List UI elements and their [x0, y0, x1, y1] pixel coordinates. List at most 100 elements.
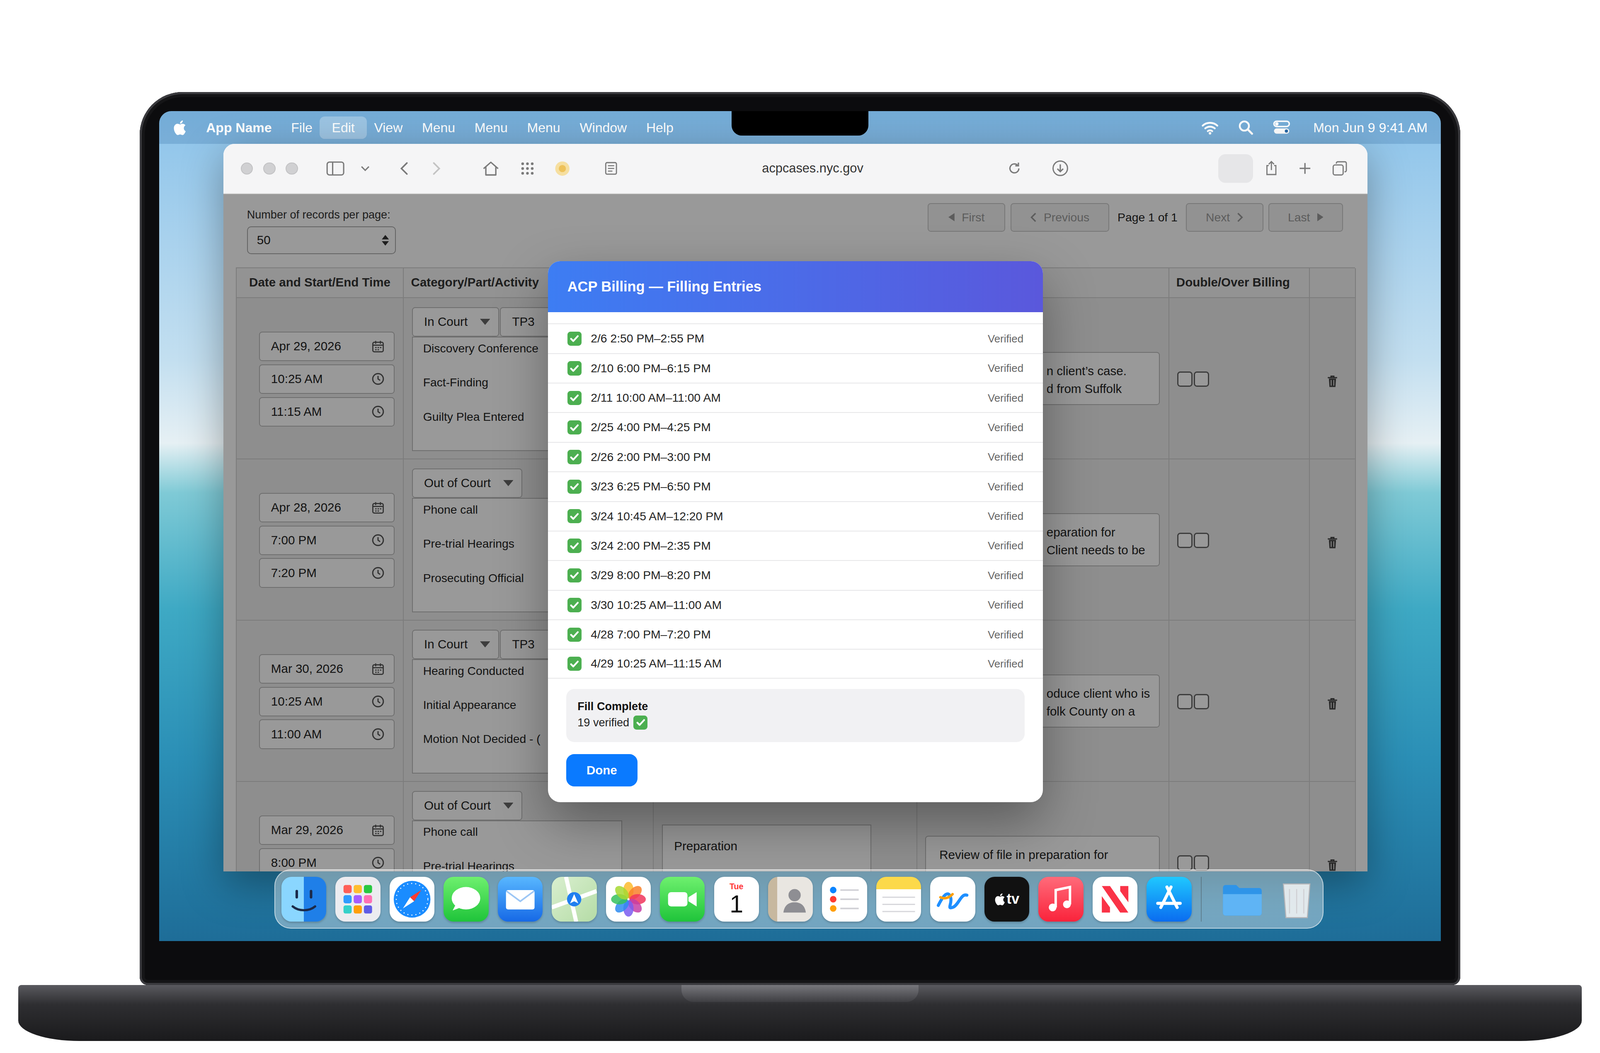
entry-list: 2/6 2:50 PM–2:55 PMVerified2/10 6:00 PM–… — [547, 312, 1043, 679]
entry-row: 2/25 4:00 PM–4:25 PMVerified — [547, 412, 1043, 442]
news-icon[interactable] — [1092, 876, 1138, 922]
entry-check-icon — [567, 627, 582, 642]
launchpad-icon[interactable] — [335, 876, 381, 922]
entry-range: 2/26 2:00 PM–3:00 PM — [590, 449, 711, 465]
entry-status: Verified — [987, 509, 1024, 523]
entry-status: Verified — [987, 480, 1024, 494]
entry-row: 4/29 10:25 AM–11:15 AM Verified — [547, 648, 1043, 679]
tab-overview-button[interactable] — [1325, 154, 1355, 183]
entry-status: Verified — [987, 332, 1024, 346]
done-button[interactable]: Done — [566, 753, 638, 787]
entry-check-icon — [567, 509, 582, 524]
reader-button[interactable] — [596, 154, 626, 183]
entry-list-inner: 2/6 2:50 PM–2:55 PMVerified2/10 6:00 PM–… — [547, 323, 1043, 679]
maps-icon[interactable] — [551, 876, 597, 922]
dock-separator — [1200, 876, 1202, 922]
zoom-button[interactable] — [285, 162, 299, 175]
sidebar-button[interactable] — [318, 154, 378, 183]
entry-row: 3/29 8:00 PM–8:20 PM Verified — [547, 560, 1043, 590]
camera-notch — [731, 111, 869, 136]
fill-dialog: ACP Billing — Filling Entries 2/6 2:50 PM… — [547, 261, 1043, 803]
apple-logo-icon — [173, 119, 187, 136]
notes-icon[interactable] — [876, 876, 922, 922]
reload-button[interactable] — [999, 154, 1029, 183]
entry-check-icon — [567, 656, 582, 671]
entry-row: 2/10 6:00 PM–6:15 PMVerified — [547, 353, 1043, 383]
downloads-button[interactable] — [1045, 154, 1075, 183]
calendar-date: 1 — [729, 890, 744, 918]
music-icon[interactable] — [1038, 876, 1084, 922]
messages-icon[interactable] — [443, 876, 489, 922]
apple-logo-icon — [994, 892, 1006, 906]
entry-status: Verified — [987, 361, 1024, 375]
entry-check-icon — [567, 597, 582, 612]
control-center-icon — [1272, 119, 1291, 136]
calendar-day: Tue — [729, 881, 744, 891]
app-store-icon[interactable] — [1146, 876, 1192, 922]
entry-range: 2/11 10:00 AM–11:00 AM — [590, 390, 721, 405]
summary-title: Fill Complete — [577, 698, 1014, 715]
entry-range: 3/29 8:00 PM–8:20 PM — [590, 567, 711, 583]
tv-label: tv — [1006, 890, 1020, 907]
entry-status: Verified — [987, 420, 1024, 434]
entry-check-icon — [567, 538, 582, 553]
forward-button[interactable] — [422, 154, 451, 183]
laptop-base — [18, 984, 1582, 1041]
extension-button[interactable] — [547, 154, 577, 183]
reminders-icon[interactable] — [821, 876, 867, 922]
entry-status: Verified — [987, 568, 1024, 582]
downloads-folder-icon[interactable] — [1219, 876, 1265, 922]
menu-item[interactable]: File — [281, 116, 323, 139]
photos-icon[interactable] — [606, 876, 651, 922]
entry-range: 3/24 2:00 PM–2:35 PM — [590, 538, 711, 553]
contacts-icon[interactable] — [768, 876, 813, 922]
tv-icon[interactable]: tv — [984, 876, 1030, 922]
menu-item[interactable]: Edit — [319, 116, 367, 139]
entry-status: Verified — [987, 450, 1024, 464]
entry-check-icon — [567, 568, 582, 583]
freeform-icon[interactable] — [930, 876, 975, 922]
address-bar[interactable]: acpcases.nyc.gov — [625, 160, 1000, 177]
app-menu[interactable]: App Name — [206, 119, 272, 136]
facetime-icon[interactable] — [659, 876, 705, 922]
entry-row: 3/30 10:25 AM–11:00 AM Verified — [547, 589, 1043, 620]
entry-status: Verified — [987, 391, 1024, 405]
close-button[interactable] — [240, 162, 254, 175]
menu-item[interactable]: Window — [569, 116, 637, 139]
fill-summary: Fill Complete19 verified — [566, 688, 1025, 742]
entry-status: Verified — [987, 538, 1024, 553]
entry-row: 2/6 2:50 PM–2:55 PMVerified — [547, 323, 1043, 353]
safari-icon[interactable] — [389, 876, 435, 922]
entry-status: Verified — [987, 598, 1024, 612]
profile-button[interactable] — [1218, 154, 1254, 183]
entry-row: 2/26 2:00 PM–3:00 PM Verified — [547, 441, 1043, 472]
dock: Tue1 tv — [274, 869, 1324, 929]
entry-range: 4/29 10:25 AM–11:15 AM — [590, 656, 722, 671]
home-button[interactable] — [476, 154, 505, 183]
minimize-button[interactable] — [263, 162, 276, 175]
menu-bar-clock[interactable]: Mon Jun 9 9:41 AM — [1313, 119, 1428, 136]
entry-row: 4/28 7:00 PM–7:20 PMVerified — [547, 619, 1043, 649]
menu-item[interactable]: Menu — [464, 116, 518, 139]
mail-icon[interactable] — [497, 876, 543, 922]
summary-text: 19 verified — [577, 714, 630, 731]
dialog-header: ACP Billing — Filling Entries — [547, 261, 1043, 313]
menu-item[interactable]: Menu — [412, 116, 466, 139]
share-button[interactable] — [1257, 154, 1286, 183]
trash-icon[interactable] — [1274, 876, 1319, 922]
entry-check-icon — [567, 449, 582, 464]
menu-item[interactable]: Menu — [517, 116, 570, 139]
finder-icon[interactable] — [281, 876, 327, 922]
desktop-wallpaper: App NameFileEditViewMenuMenuMenuWindowHe… — [159, 111, 1441, 941]
menu-item[interactable]: Help — [636, 116, 684, 139]
back-button[interactable] — [389, 154, 419, 183]
entry-row: 2/11 10:00 AM–11:00 AM Verified — [547, 382, 1043, 413]
calendar-icon[interactable]: Tue1 — [714, 876, 759, 922]
menu-item[interactable]: View — [364, 116, 413, 139]
entry-status: Verified — [987, 656, 1024, 671]
stage: App NameFileEditViewMenuMenuMenuWindowHe… — [0, 0, 1600, 1053]
new-tab-button[interactable] — [1290, 154, 1320, 183]
chevron-down-icon — [360, 165, 370, 172]
entry-range: 3/30 10:25 AM–11:00 AM — [590, 597, 722, 613]
apps-button[interactable] — [513, 154, 542, 183]
